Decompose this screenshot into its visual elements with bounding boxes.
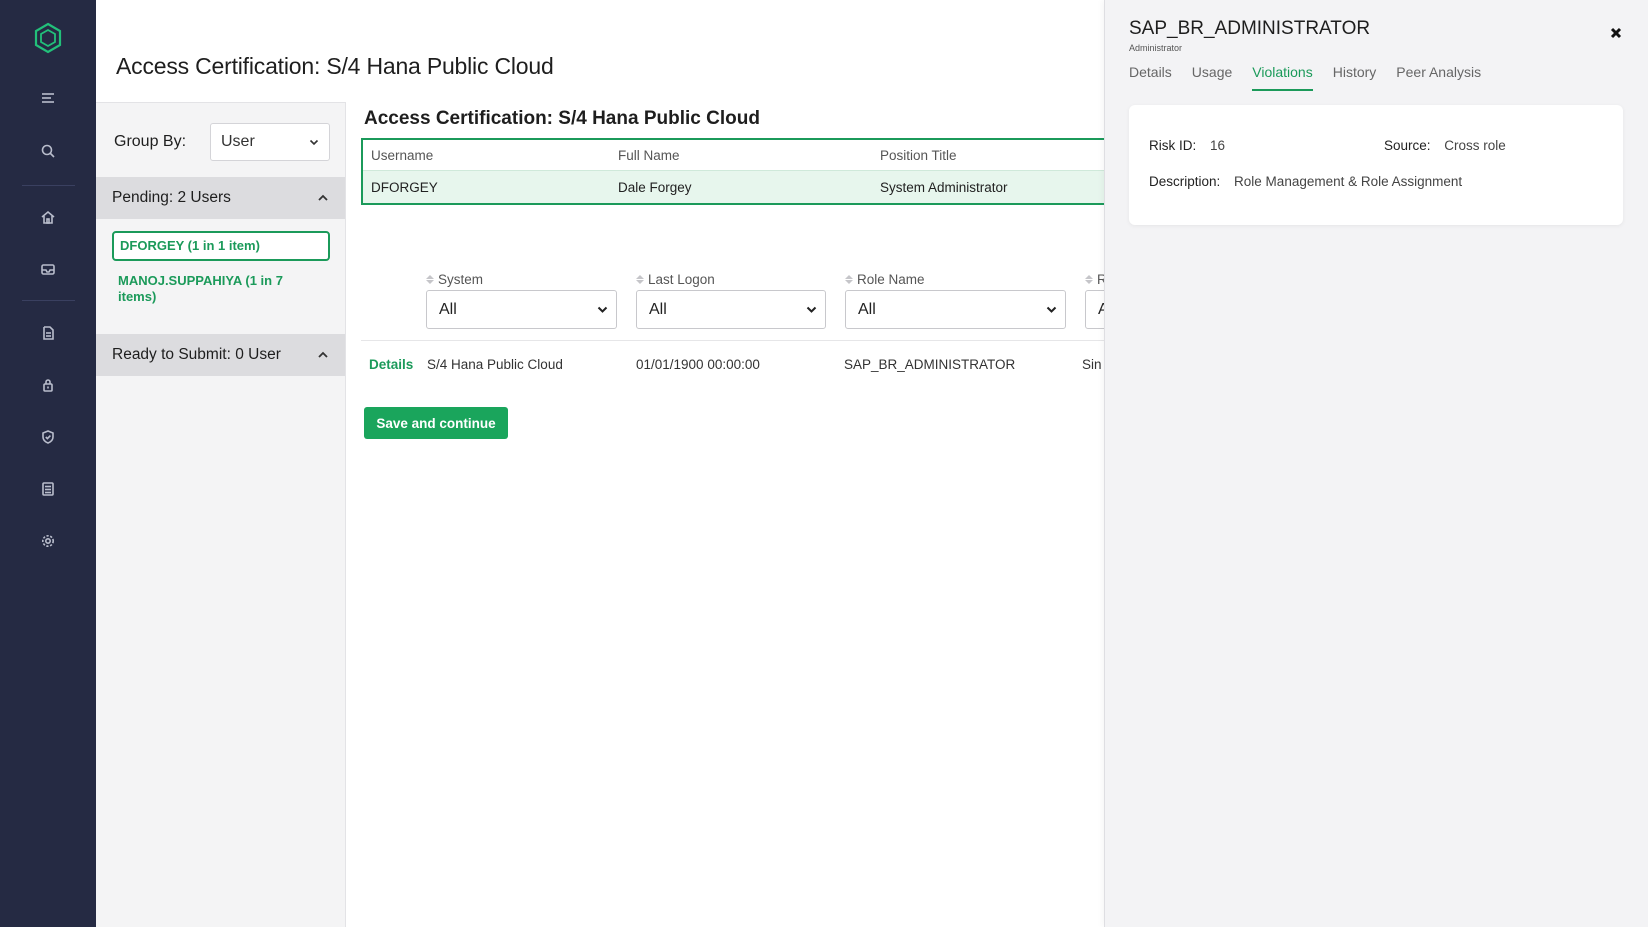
description-value: Role Management & Role Assignment (1234, 174, 1463, 189)
cell-system: S/4 Hana Public Cloud (427, 357, 563, 372)
filter-label-last-logon[interactable]: Last Logon (636, 272, 826, 287)
home-icon[interactable] (38, 207, 58, 227)
filter-label-system[interactable]: System (426, 272, 617, 287)
pending-section-header[interactable]: Pending: 2 Users (96, 177, 345, 219)
section-title: Access Certification: S/4 Hana Public Cl… (364, 108, 760, 129)
source-label: Source: (1384, 138, 1431, 153)
tab-violations[interactable]: Violations (1252, 64, 1313, 91)
group-by-label: Group By: (114, 133, 187, 150)
cell-last-logon: 01/01/1900 00:00:00 (636, 357, 760, 372)
filter-system: System All (426, 272, 617, 329)
gear-icon[interactable] (38, 531, 58, 551)
column-header-position-title[interactable]: Position Title (872, 148, 1113, 163)
chevron-down-icon (309, 139, 319, 146)
cell-full-name: Dale Forgey (618, 179, 692, 195)
cell-username: DFORGEY (371, 179, 438, 195)
save-and-continue-button[interactable]: Save and continue (364, 407, 508, 439)
user-item-manoj-suppahiya[interactable]: MANOJ.SUPPAHIYA (1 in 7 items) (112, 268, 302, 310)
risk-id-value: 16 (1210, 138, 1226, 153)
ready-section-header[interactable]: Ready to Submit: 0 User (96, 334, 345, 376)
nav-divider (22, 300, 75, 301)
chevron-down-icon (597, 306, 608, 313)
risk-id-label: Risk ID: (1149, 138, 1197, 153)
tab-usage[interactable]: Usage (1192, 64, 1232, 91)
filter-label-text: Last Logon (648, 272, 715, 287)
sort-icon (1085, 275, 1093, 284)
drawer-title: SAP_BR_ADMINISTRATOR (1129, 18, 1371, 39)
row-divider (361, 340, 1113, 341)
page-title: Access Certification: S/4 Hana Public Cl… (116, 53, 554, 79)
group-by-select[interactable]: User (210, 123, 330, 161)
pending-header-label: Pending: 2 Users (112, 189, 231, 206)
description-field: Description: Role Management & Role Assi… (1149, 174, 1462, 189)
user-item-dforgey[interactable]: DFORGEY (1 in 1 item) (112, 231, 330, 261)
violation-card: Risk ID: 16 Source: Cross role Descripti… (1129, 105, 1623, 225)
chevron-up-icon (318, 351, 328, 358)
nav-rail (0, 0, 96, 927)
filter-label-role-name[interactable]: Role Name (845, 272, 1066, 287)
filter-label-text: Role Name (857, 272, 925, 287)
tab-history[interactable]: History (1333, 64, 1377, 91)
table-row: Details S/4 Hana Public Cloud 01/01/1900… (361, 357, 1113, 377)
lock-icon[interactable] (38, 375, 58, 395)
last-logon-filter-select[interactable]: All (636, 290, 826, 329)
source-field: Source: Cross role (1384, 138, 1506, 153)
inbox-icon[interactable] (38, 259, 58, 279)
chevron-down-icon (1046, 306, 1057, 313)
role-name-filter-select[interactable]: All (845, 290, 1066, 329)
tab-peer-analysis[interactable]: Peer Analysis (1396, 64, 1481, 91)
details-link[interactable]: Details (369, 357, 413, 372)
sort-icon (426, 275, 434, 284)
drawer-tabs: Details Usage Violations History Peer An… (1129, 64, 1501, 91)
search-icon[interactable] (38, 141, 58, 161)
menu-icon[interactable] (38, 88, 58, 108)
filter-value: All (649, 300, 667, 318)
filter-label-text: System (438, 272, 484, 287)
group-by-control: Group By: User (114, 123, 330, 161)
ready-header-label: Ready to Submit: 0 User (112, 346, 281, 363)
column-header-username[interactable]: Username (363, 148, 610, 163)
table-row[interactable]: DFORGEY Dale Forgey System Administrator (363, 171, 1113, 203)
document-icon[interactable] (38, 323, 58, 343)
nav-divider (22, 185, 75, 186)
filter-role-name: Role Name All (845, 272, 1066, 329)
cell-truncated: Sin (1082, 357, 1102, 372)
column-header-full-name[interactable]: Full Name (610, 148, 872, 163)
tab-details[interactable]: Details (1129, 64, 1172, 91)
user-table-header: Username Full Name Position Title (363, 140, 1113, 171)
drawer-subtitle: Administrator (1129, 43, 1183, 53)
group-sidebar: Group By: User Pending: 2 Users DFORGEY … (96, 102, 346, 927)
shield-check-icon[interactable] (38, 427, 58, 447)
chevron-up-icon (318, 194, 328, 201)
filter-value: All (439, 300, 457, 318)
sort-icon (845, 275, 853, 284)
filter-last-logon: Last Logon All (636, 272, 826, 329)
cell-role-name: SAP_BR_ADMINISTRATOR (844, 357, 1016, 372)
source-value: Cross role (1444, 138, 1506, 153)
sort-icon (636, 275, 644, 284)
group-by-value: User (221, 133, 255, 150)
filter-value: All (858, 300, 876, 318)
close-icon[interactable] (1608, 25, 1624, 41)
user-table: Username Full Name Position Title DFORGE… (361, 138, 1113, 205)
chevron-down-icon (806, 306, 817, 313)
description-label: Description: (1149, 174, 1221, 189)
system-filter-select[interactable]: All (426, 290, 617, 329)
app-logo-icon[interactable] (33, 22, 63, 54)
role-detail-drawer: SAP_BR_ADMINISTRATOR Administrator Detai… (1104, 0, 1648, 927)
risk-id-field: Risk ID: 16 (1149, 138, 1225, 153)
cell-position-title: System Administrator (880, 179, 1008, 195)
report-icon[interactable] (38, 479, 58, 499)
